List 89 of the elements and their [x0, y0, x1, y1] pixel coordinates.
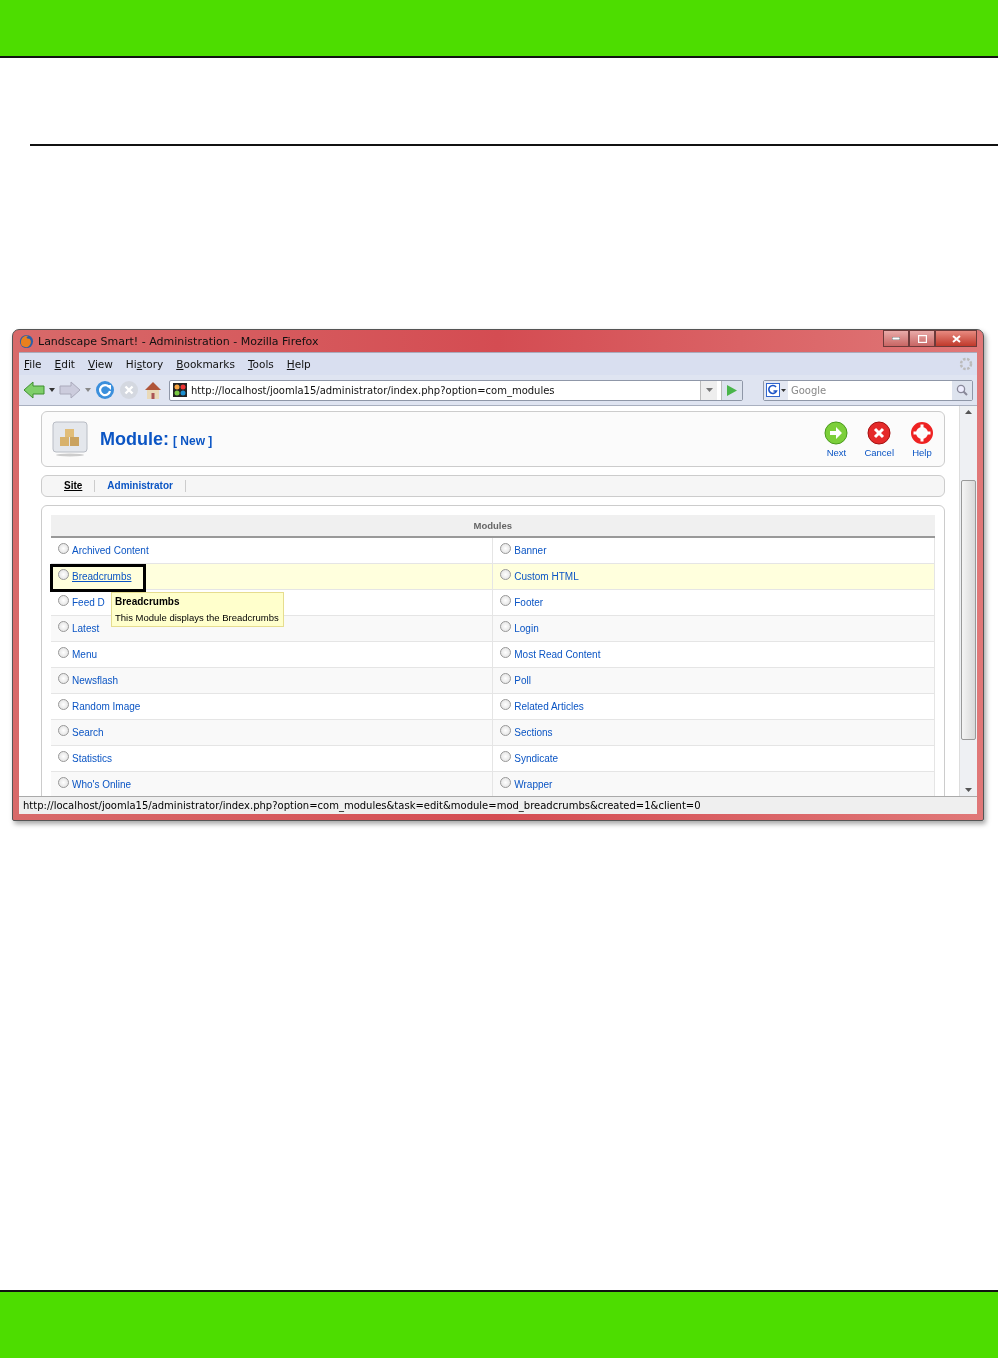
- tooltip-title: Breadcrumbs: [115, 596, 181, 607]
- menu-item[interactable]: Bookmarks: [176, 358, 241, 370]
- module-link[interactable]: Footer: [514, 596, 544, 608]
- table-header: Modules: [51, 515, 935, 537]
- home-icon[interactable]: [143, 380, 163, 400]
- module-link[interactable]: Sections: [514, 726, 553, 738]
- radio-button[interactable]: [500, 595, 512, 607]
- letter-g-icon: [766, 383, 780, 397]
- module-link[interactable]: Statistics: [72, 752, 112, 764]
- radio-button[interactable]: [58, 673, 69, 685]
- radio-button[interactable]: [58, 595, 69, 607]
- play-icon: [727, 384, 737, 396]
- radio-button[interactable]: [500, 751, 512, 763]
- tab[interactable]: Site: [52, 480, 96, 492]
- module-link[interactable]: Breadcrumbs: [72, 570, 132, 582]
- radio-button[interactable]: [58, 725, 69, 737]
- radio-button[interactable]: [58, 569, 69, 581]
- site-icon: [173, 383, 187, 397]
- scroll-thumb[interactable]: [961, 480, 976, 740]
- search-engine-button[interactable]: [764, 380, 788, 400]
- tab[interactable]: Administrator: [95, 480, 186, 492]
- radio-button[interactable]: [500, 569, 512, 581]
- reload-icon[interactable]: [95, 380, 115, 400]
- menu-item[interactable]: File: [24, 358, 48, 370]
- toolbar-button[interactable]: Next: [824, 420, 849, 458]
- dropdown-button[interactable]: [700, 380, 717, 400]
- radio-button[interactable]: [500, 725, 512, 737]
- search-button[interactable]: [952, 380, 972, 400]
- module-link[interactable]: Search: [72, 726, 104, 738]
- module-link[interactable]: Banner: [514, 544, 547, 556]
- module-link[interactable]: Related Articles: [514, 700, 584, 712]
- radio-button[interactable]: [58, 543, 69, 555]
- module-link[interactable]: Wrapper: [514, 778, 553, 790]
- module-link[interactable]: Latest: [72, 622, 100, 634]
- menu-item[interactable]: History: [125, 358, 170, 370]
- caret-icon: [705, 388, 713, 392]
- radio-button[interactable]: [500, 777, 512, 789]
- radio-button[interactable]: [500, 647, 512, 659]
- module-link[interactable]: Newsflash: [72, 674, 119, 686]
- maximize-icon: [917, 334, 927, 343]
- go-button[interactable]: [721, 380, 742, 400]
- address-field[interactable]: http://localhost/joomla15/administrator/index.php?option=com_modules: [169, 379, 743, 401]
- module-link[interactable]: Random Image: [72, 700, 141, 712]
- radio-button[interactable]: [58, 751, 69, 763]
- close-button[interactable]: [935, 330, 977, 347]
- caret-icon[interactable]: [49, 388, 55, 392]
- module-link[interactable]: Most Read Content: [514, 648, 601, 660]
- search-icon: [956, 384, 968, 396]
- close-icon: [951, 334, 961, 343]
- menu-item[interactable]: Help: [286, 358, 317, 370]
- radio-button[interactable]: [500, 673, 512, 685]
- toolbar-button[interactable]: Help: [910, 420, 934, 458]
- status-text: http://localhost/joomla15/administrator/index.php?option=com_modules&task=edit&module=mod_breadcrumbs&created=1&client=0: [23, 800, 701, 811]
- module-link[interactable]: Syndicate: [514, 752, 559, 764]
- page-title: Module:: [100, 428, 169, 450]
- up-arrow-icon[interactable]: [965, 410, 972, 414]
- window-title: Landscape Smart! - Administration - Mozilla Firefox: [38, 334, 319, 348]
- module-link[interactable]: Poll: [514, 674, 531, 686]
- module-link[interactable]: Menu: [72, 648, 97, 660]
- x-circle-icon: [867, 420, 892, 445]
- radio-button[interactable]: [58, 647, 69, 659]
- module-link[interactable]: Who's Online: [72, 778, 132, 790]
- scrollbar[interactable]: [959, 406, 977, 796]
- minimize-button[interactable]: [883, 330, 909, 347]
- menu-item[interactable]: View: [87, 358, 119, 370]
- radio-button[interactable]: [58, 621, 69, 633]
- page-subtitle: [ New ]: [173, 434, 213, 448]
- module-link[interactable]: Custom HTML: [514, 570, 579, 582]
- radio-button[interactable]: [58, 777, 69, 789]
- down-arrow-icon[interactable]: [965, 788, 972, 792]
- firefox-icon: [19, 333, 34, 349]
- activity-icon: [959, 357, 973, 371]
- module-link[interactable]: Login: [514, 622, 539, 634]
- radio-button[interactable]: [500, 699, 512, 711]
- menu-item[interactable]: Tools: [247, 358, 280, 370]
- module-link[interactable]: Archived Content: [72, 544, 149, 556]
- module-link[interactable]: Feed D: [72, 596, 105, 608]
- minimize-icon: [892, 337, 900, 340]
- radio-button[interactable]: [500, 621, 512, 633]
- boxes-icon: [52, 421, 88, 457]
- maximize-button[interactable]: [909, 330, 935, 347]
- radio-button[interactable]: [58, 699, 69, 711]
- toolbar-button[interactable]: Cancel: [864, 420, 894, 458]
- lifebuoy-icon: [910, 420, 934, 445]
- radio-button[interactable]: [500, 543, 512, 555]
- tooltip-text: This Module displays the Breadcrumbs: [115, 612, 279, 623]
- caret-icon: [781, 388, 786, 392]
- menu-item[interactable]: Edit: [54, 358, 81, 370]
- search-box[interactable]: Google: [763, 379, 973, 401]
